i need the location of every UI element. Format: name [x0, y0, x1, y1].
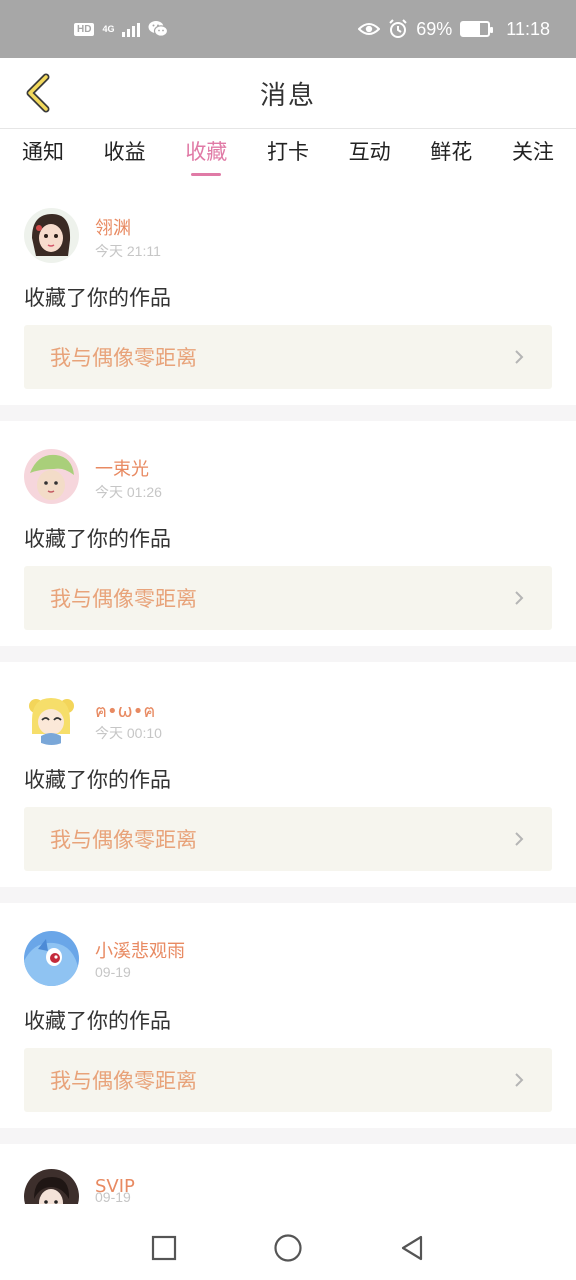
divider	[0, 887, 576, 903]
username[interactable]: 一束光	[95, 455, 149, 481]
timestamp: 09-19	[95, 964, 131, 980]
page-title: 消息	[259, 80, 316, 111]
hd-badge: HD	[74, 22, 95, 36]
tab-favorites[interactable]: 收藏	[185, 129, 227, 179]
avatar[interactable]	[24, 208, 79, 263]
tab-flowers[interactable]: 鲜花	[430, 129, 472, 179]
alarm-icon	[389, 19, 407, 38]
work-link[interactable]: 我与偶像零距离	[24, 1048, 552, 1112]
divider	[0, 405, 576, 421]
system-nav-bar	[0, 1216, 576, 1280]
timestamp: 今天 00:10	[95, 725, 162, 741]
battery-level	[462, 23, 481, 35]
action-text: 收藏了你的作品	[24, 1009, 171, 1033]
action-text: 收藏了你的作品	[24, 768, 171, 792]
tab-earnings[interactable]: 收益	[104, 129, 146, 179]
work-link[interactable]: 我与偶像零距离	[24, 325, 552, 389]
avatar[interactable]	[24, 931, 79, 986]
username[interactable]: 翎渊	[95, 214, 131, 240]
chevron-right-icon	[515, 1073, 524, 1087]
list-item: 小溪悲观雨 09-19 收藏了你的作品 我与偶像零距离	[0, 903, 576, 1128]
status-bar: HD 4G 69% 11:18	[0, 0, 576, 58]
list-item: SVIP	[0, 1144, 576, 1204]
work-title: 我与偶像零距离	[50, 346, 197, 370]
network-type: 4G	[102, 23, 115, 34]
signal-icon	[122, 21, 141, 37]
battery-percent: 69%	[416, 18, 453, 39]
username[interactable]: 小溪悲观雨	[95, 937, 185, 963]
avatar[interactable]	[24, 449, 79, 504]
work-link[interactable]: 我与偶像零距离	[24, 807, 552, 871]
tab-notifications[interactable]: 通知	[22, 129, 64, 179]
square-icon	[151, 1235, 177, 1261]
eye-icon	[358, 23, 381, 35]
list-item: 翎渊 今天 21:11 收藏了你的作品 我与偶像零距离	[0, 180, 576, 405]
recents-button[interactable]	[144, 1228, 184, 1268]
tab-interactions[interactable]: 互动	[349, 129, 391, 179]
action-text: 收藏了你的作品	[24, 527, 171, 551]
divider	[0, 646, 576, 662]
work-title: 我与偶像零距离	[50, 828, 197, 852]
header: 消息	[0, 58, 576, 129]
work-title: 我与偶像零距离	[50, 1069, 197, 1093]
tab-checkin[interactable]: 打卡	[267, 129, 309, 179]
wechat-icon	[148, 21, 169, 37]
tab-follows[interactable]: 关注	[512, 129, 554, 179]
chevron-right-icon	[515, 350, 524, 364]
chevron-left-icon	[26, 73, 50, 113]
triangle-back-icon	[401, 1235, 423, 1261]
back-button[interactable]	[14, 70, 60, 116]
back-nav-button[interactable]	[392, 1228, 432, 1268]
username[interactable]: ฅ•ω•ฅ	[95, 696, 155, 725]
avatar[interactable]	[24, 1169, 79, 1204]
work-title: 我与偶像零距离	[50, 587, 197, 611]
timestamp: 今天 21:11	[95, 243, 161, 259]
timestamp: 09-19	[95, 1189, 131, 1205]
battery-icon	[460, 21, 494, 37]
tab-bar: 通知 收益 收藏 打卡 互动 鲜花 关注	[0, 129, 576, 179]
chevron-right-icon	[515, 591, 524, 605]
work-link[interactable]: 我与偶像零距离	[24, 566, 552, 630]
home-button[interactable]	[268, 1228, 308, 1268]
clock: 11:18	[506, 18, 550, 39]
message-list: 翎渊 今天 21:11 收藏了你的作品 我与偶像零距离 一束光 今天 01:26…	[0, 180, 576, 1204]
list-item: ฅ•ω•ฅ 今天 00:10 收藏了你的作品 我与偶像零距离	[0, 662, 576, 887]
avatar[interactable]	[24, 690, 79, 745]
action-text: 收藏了你的作品	[24, 286, 171, 310]
chevron-right-icon	[515, 832, 524, 846]
timestamp: 今天 01:26	[95, 484, 162, 500]
list-item: 一束光 今天 01:26 收藏了你的作品 我与偶像零距离	[0, 421, 576, 646]
circle-icon	[274, 1234, 302, 1262]
divider	[0, 1128, 576, 1144]
